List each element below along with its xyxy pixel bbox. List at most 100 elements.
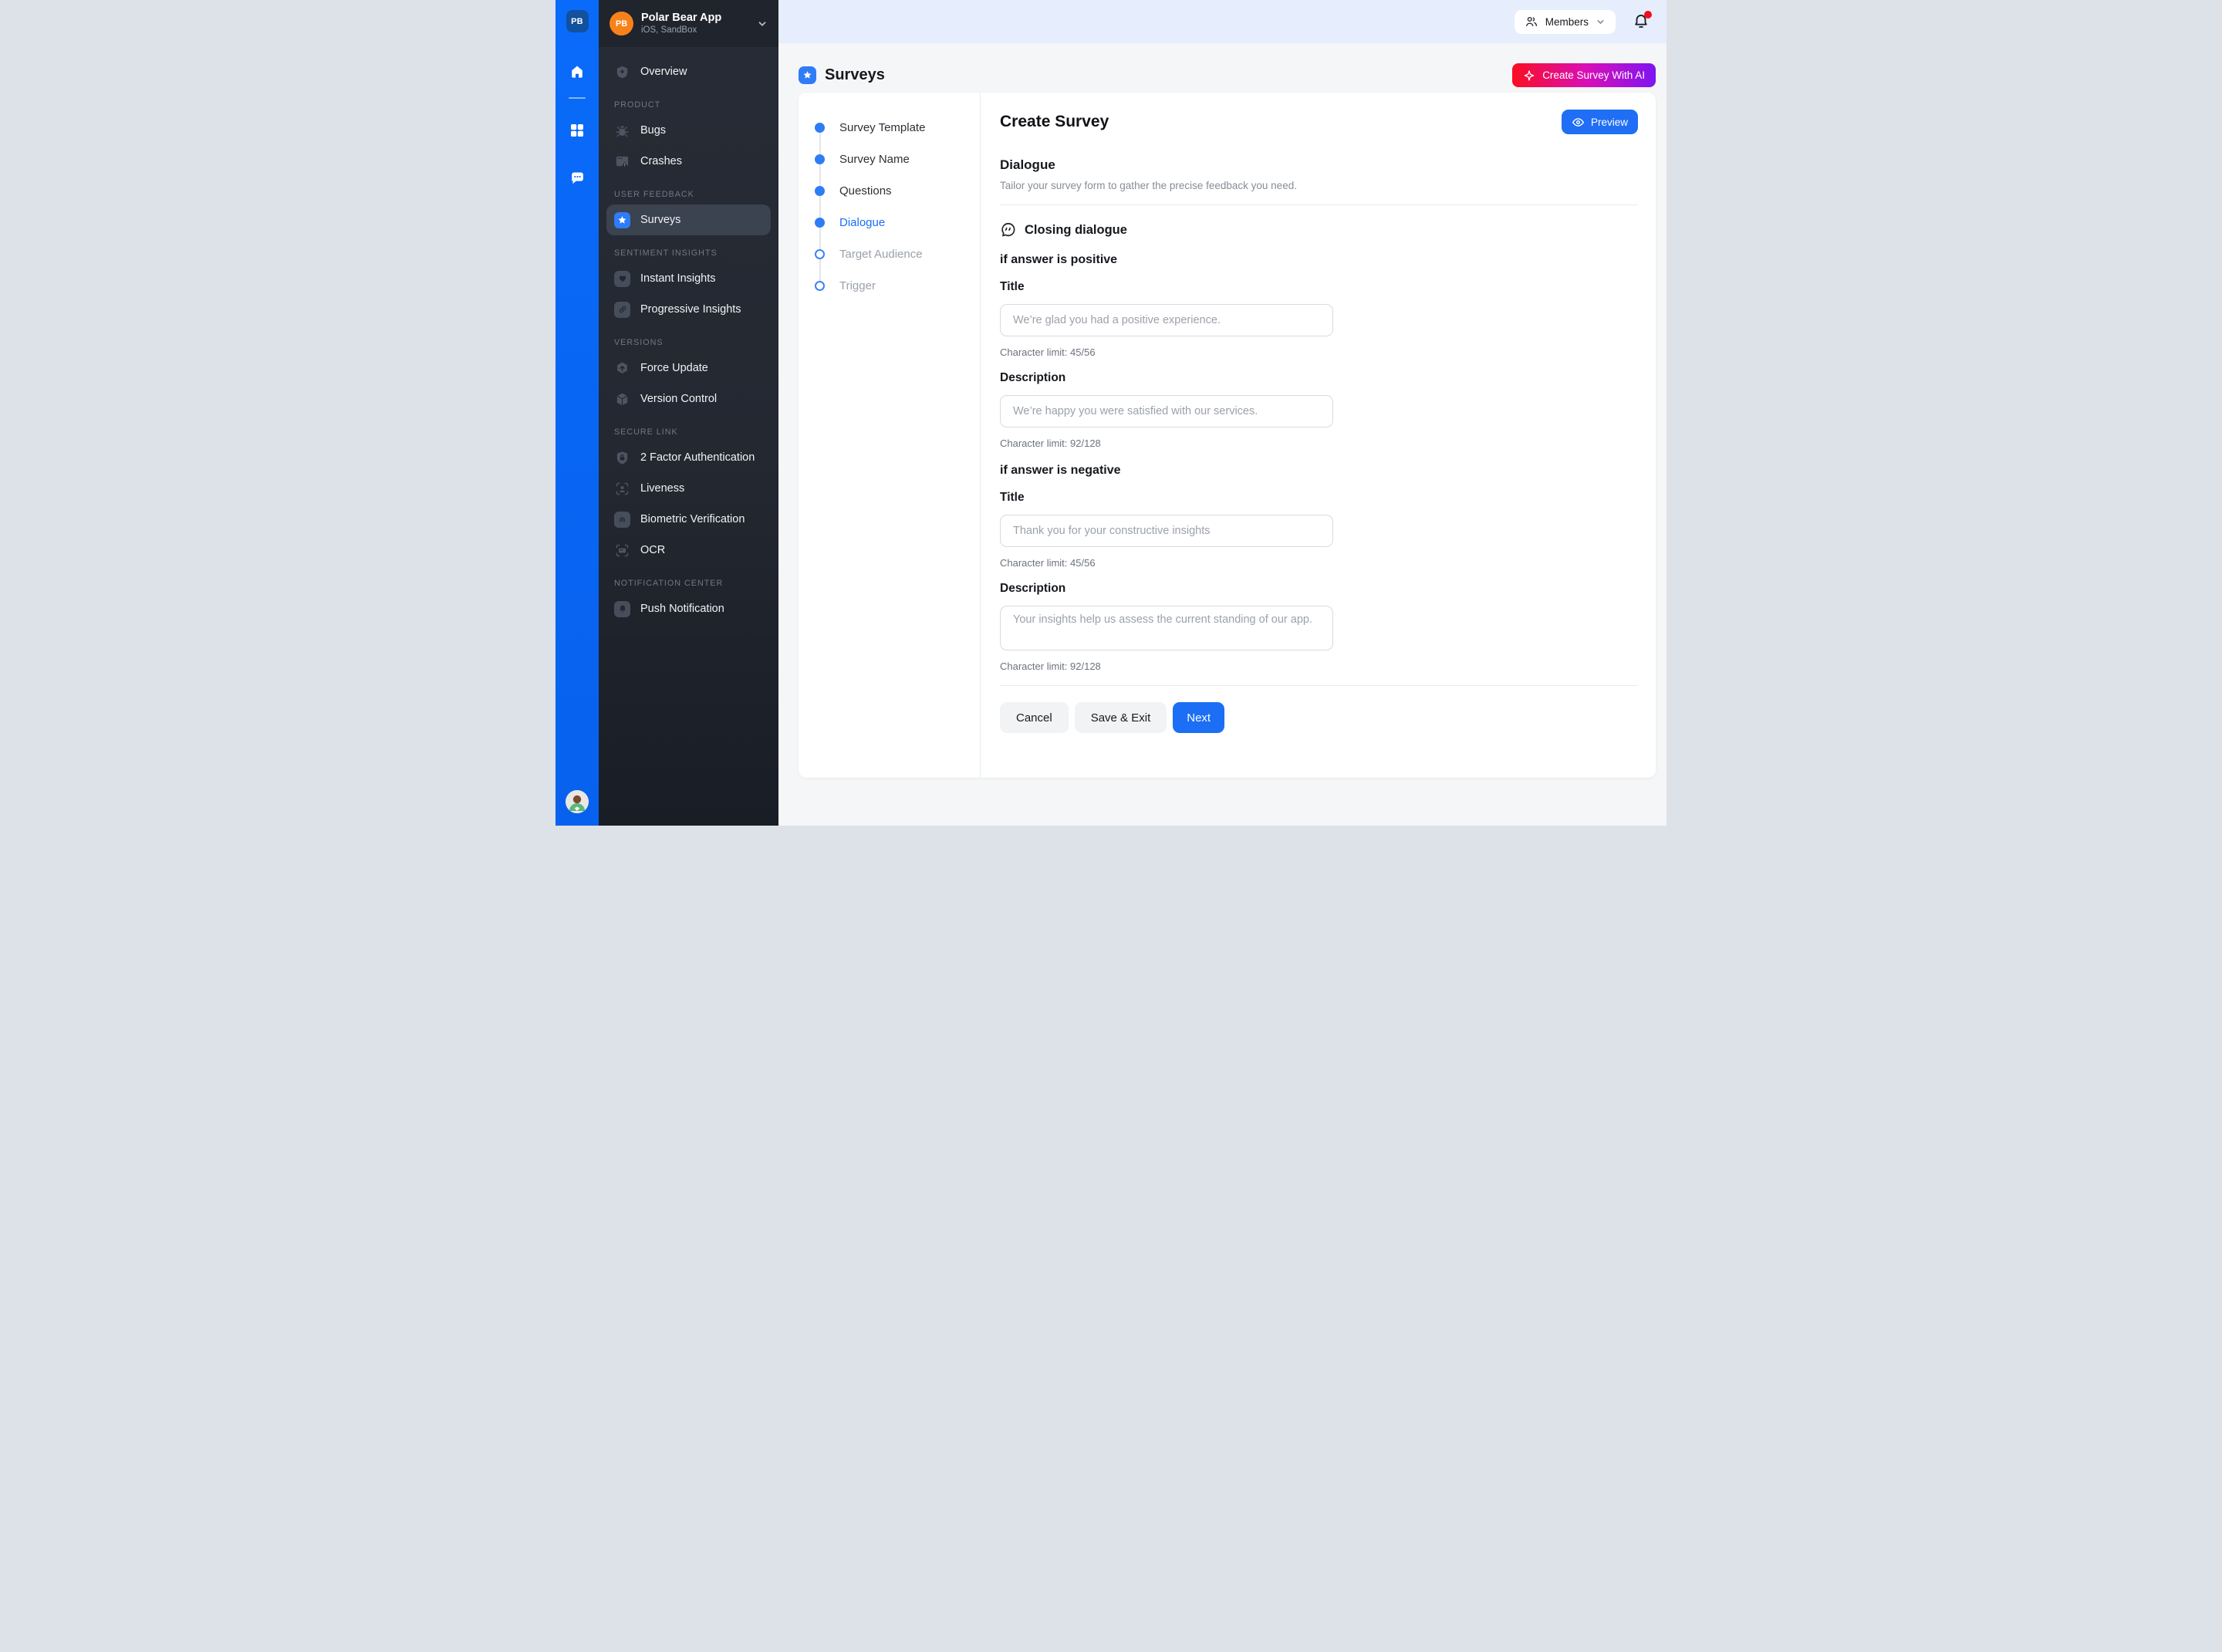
user-avatar[interactable] — [566, 790, 589, 813]
sidebar-item-label: Bugs — [640, 124, 666, 137]
negative-description-char-limit: Character limit: 92/128 — [1000, 660, 1638, 672]
apps-grid-icon[interactable] — [564, 117, 590, 144]
step-dialogue[interactable]: Dialogue — [815, 207, 980, 238]
star-icon — [614, 212, 630, 228]
sidebar-item-overview[interactable]: Overview — [606, 56, 771, 87]
section-subtitle: Tailor your survey form to gather the pr… — [1000, 180, 1638, 191]
positive-description-char-limit: Character limit: 92/128 — [1000, 437, 1638, 449]
nav-section-header: NOTIFICATION CENTER — [614, 579, 763, 588]
nav-section-header: VERSIONS — [614, 338, 763, 347]
create-survey-ai-label: Create Survey With AI — [1542, 69, 1645, 81]
sidebar-item-label: 2 Factor Authentication — [640, 451, 755, 464]
sidebar-item-push-notification[interactable]: Push Notification — [606, 593, 771, 624]
nav-section-header: PRODUCT — [614, 100, 763, 110]
positive-title-char-limit: Character limit: 45/56 — [1000, 346, 1638, 358]
form-actions: Cancel Save & Exit Next — [1000, 702, 1638, 733]
preview-button[interactable]: Preview — [1562, 110, 1638, 134]
positive-description-input[interactable] — [1000, 395, 1333, 427]
rail-nav — [564, 59, 590, 191]
negative-title-input[interactable] — [1000, 515, 1333, 547]
workspace-logo[interactable]: PB — [566, 10, 589, 32]
app-window: PB PB Polar Bear App iOS, SandBox — [556, 0, 1666, 826]
notification-dot — [1644, 11, 1652, 19]
closing-dialogue-heading: Closing dialogue — [1025, 223, 1127, 238]
cancel-button[interactable]: Cancel — [1000, 702, 1069, 733]
people-icon — [1525, 15, 1538, 29]
chat-icon[interactable] — [564, 165, 590, 191]
sparkle-icon — [1523, 69, 1535, 82]
sidebar-item-2fa[interactable]: 2 Factor Authentication — [606, 442, 771, 473]
app-name: Polar Bear App — [641, 11, 721, 25]
step-trigger[interactable]: Trigger — [815, 270, 980, 301]
sidebar-item-bugs[interactable]: Bugs — [606, 115, 771, 146]
step-questions[interactable]: Questions — [815, 175, 980, 206]
nav-section-header: SENTIMENT INSIGHTS — [614, 248, 763, 258]
home-icon[interactable] — [564, 59, 590, 85]
negative-description-label: Description — [1000, 582, 1638, 596]
positive-title-input[interactable] — [1000, 304, 1333, 336]
nav-section-header: SECURE LINK — [614, 427, 763, 437]
eye-icon — [1572, 116, 1585, 129]
step-target-audience[interactable]: Target Audience — [815, 238, 980, 269]
sidebar-item-label: Overview — [640, 66, 687, 78]
sidebar-item-label: Biometric Verification — [640, 513, 745, 525]
save-and-exit-button[interactable]: Save & Exit — [1075, 702, 1167, 733]
sidebar-item-label: OCR — [640, 544, 665, 556]
sidebar-item-label: Push Notification — [640, 603, 724, 615]
divider — [1000, 204, 1638, 205]
app-switcher[interactable]: PB Polar Bear App iOS, SandBox — [599, 0, 778, 47]
step-dot — [815, 123, 825, 133]
sidebar-item-version-control[interactable]: Version Control — [606, 383, 771, 414]
rail-divider — [569, 97, 586, 99]
face-scan-icon — [614, 481, 630, 497]
step-dot — [815, 186, 825, 196]
overview-icon — [614, 64, 630, 80]
step-dot — [815, 154, 825, 164]
section-title: Dialogue — [1000, 157, 1638, 173]
cube-icon — [614, 391, 630, 407]
app-platform: iOS, SandBox — [641, 25, 721, 35]
sidebar-item-label: Liveness — [640, 482, 684, 495]
sidebar-item-label: Instant Insights — [640, 272, 716, 285]
sidebar-item-instant-insights[interactable]: Instant Insights — [606, 263, 771, 294]
stepper: Survey Template Survey Name Questions — [799, 93, 981, 778]
step-survey-name[interactable]: Survey Name — [815, 144, 980, 174]
chevron-down-icon — [757, 19, 768, 29]
sidebar-item-liveness[interactable]: Liveness — [606, 473, 771, 504]
sidebar-item-biometric-verification[interactable]: Biometric Verification — [606, 504, 771, 535]
nav-section-header: USER FEEDBACK — [614, 190, 763, 199]
sidebar-item-crashes[interactable]: Crashes — [606, 146, 771, 177]
members-button[interactable]: Members — [1515, 10, 1616, 34]
sidebar-item-surveys[interactable]: Surveys — [606, 204, 771, 235]
negative-condition-heading: if answer is negative — [1000, 464, 1638, 478]
create-survey-ai-button[interactable]: Create Survey With AI — [1512, 63, 1656, 87]
sidebar-item-ocr[interactable]: OCR — [606, 535, 771, 566]
speech-bubble-quote-icon — [1000, 221, 1017, 238]
create-survey-form: Create Survey Preview Dialogue Tailor yo… — [981, 93, 1656, 778]
bell-square-icon — [614, 601, 630, 617]
step-survey-template[interactable]: Survey Template — [815, 112, 980, 143]
shield-lock-icon — [614, 450, 630, 466]
force-update-icon — [614, 360, 630, 377]
sidebar: PB Polar Bear App iOS, SandBox Overview … — [599, 0, 778, 826]
page-head: Surveys Create Survey With AI — [778, 43, 1666, 87]
icon-rail: PB — [556, 0, 599, 826]
negative-description-input[interactable] — [1000, 606, 1333, 650]
fingerprint-icon — [614, 512, 630, 528]
members-label: Members — [1545, 16, 1589, 28]
app-meta: Polar Bear App iOS, SandBox — [641, 11, 721, 36]
notifications-bell-icon[interactable] — [1633, 13, 1650, 30]
topbar: Members — [778, 0, 1666, 43]
bug-icon — [614, 123, 630, 139]
sidebar-item-label: Surveys — [640, 214, 680, 226]
sidebar-nav: Overview PRODUCT Bugs Crashes USER FEEDB… — [599, 47, 778, 624]
next-button[interactable]: Next — [1173, 702, 1224, 733]
sidebar-item-progressive-insights[interactable]: Progressive Insights — [606, 294, 771, 325]
sidebar-item-force-update[interactable]: Force Update — [606, 353, 771, 383]
survey-builder-card: Survey Template Survey Name Questions — [799, 93, 1656, 778]
preview-label: Preview — [1591, 117, 1628, 128]
step-dot — [815, 249, 825, 259]
form-title: Create Survey — [1000, 113, 1109, 131]
positive-condition-heading: if answer is positive — [1000, 253, 1638, 267]
negative-title-label: Title — [1000, 491, 1638, 505]
